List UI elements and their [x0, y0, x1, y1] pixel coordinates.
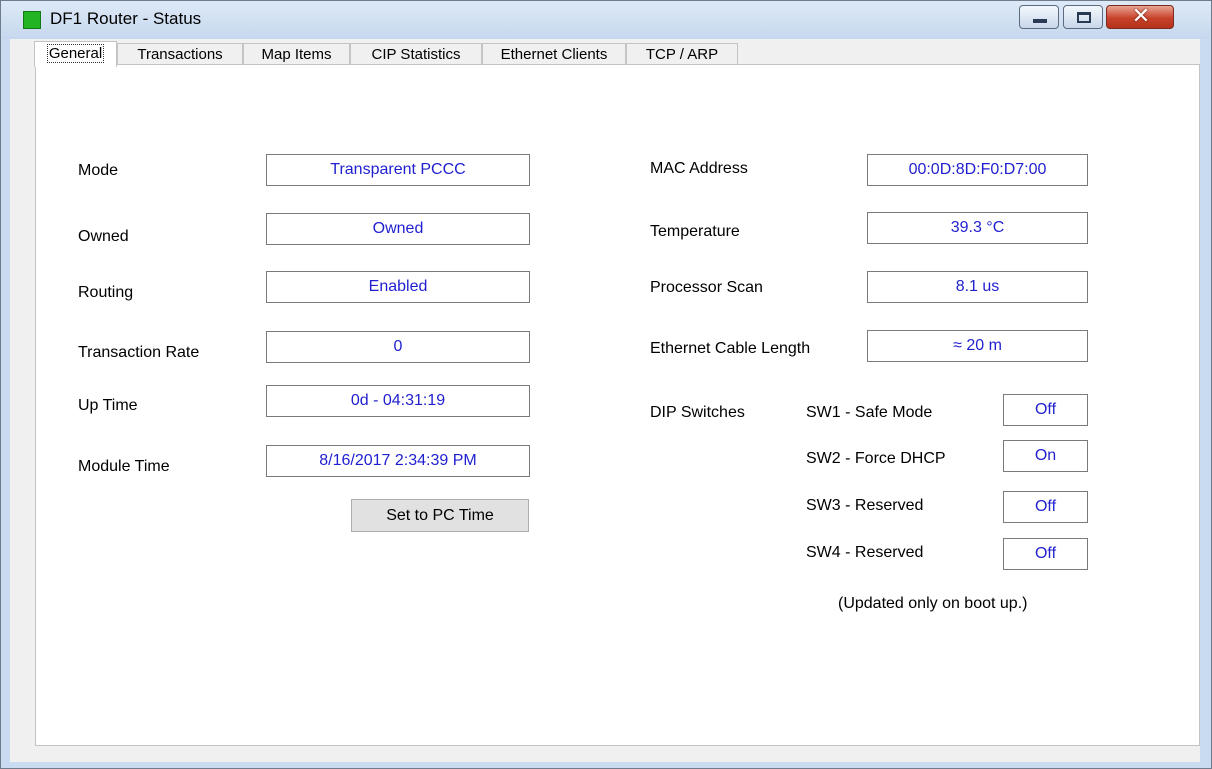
temperature-value: 39.3 °C	[867, 212, 1088, 244]
sw1-value: Off	[1003, 394, 1088, 426]
module-time-value: 8/16/2017 2:34:39 PM	[266, 445, 530, 477]
dip-switches-label: DIP Switches	[650, 404, 745, 421]
transaction-rate-value: 0	[266, 331, 530, 363]
sw2-label: SW2 - Force DHCP	[806, 450, 946, 467]
title-bar[interactable]: DF1 Router - Status ✕	[1, 1, 1211, 39]
minimize-button[interactable]	[1019, 5, 1059, 29]
routing-value: Enabled	[266, 271, 530, 303]
tab-tcp-arp[interactable]: TCP / ARP	[626, 43, 738, 65]
processor-scan-value: 8.1 us	[867, 271, 1088, 303]
up-time-label: Up Time	[78, 397, 138, 414]
tab-cip-statistics[interactable]: CIP Statistics	[350, 43, 482, 65]
close-icon: ✕	[1131, 4, 1151, 29]
up-time-value: 0d - 04:31:19	[266, 385, 530, 417]
ethernet-cable-length-label: Ethernet Cable Length	[650, 340, 811, 357]
owned-value: Owned	[266, 213, 530, 245]
window-bottom-frame	[1, 762, 1211, 768]
minimize-icon	[1033, 19, 1047, 23]
sw4-value: Off	[1003, 538, 1088, 570]
mac-address-value: 00:0D:8D:F0:D7:00	[867, 154, 1088, 186]
sw1-label: SW1 - Safe Mode	[806, 404, 933, 421]
module-time-label: Module Time	[78, 458, 170, 475]
status-indicator-icon	[23, 11, 41, 29]
mode-label: Mode	[78, 162, 119, 179]
window-title: DF1 Router - Status	[50, 9, 202, 28]
routing-label: Routing	[78, 284, 134, 301]
tab-ethernet-clients[interactable]: Ethernet Clients	[482, 43, 626, 65]
dip-update-note: (Updated only on boot up.)	[838, 595, 1028, 612]
ethernet-cable-length-value: ≈ 20 m	[867, 330, 1088, 362]
transaction-rate-label: Transaction Rate	[78, 344, 200, 361]
processor-scan-label: Processor Scan	[650, 279, 763, 296]
maximize-icon	[1077, 12, 1091, 23]
owned-label: Owned	[78, 228, 129, 245]
sw3-label: SW3 - Reserved	[806, 497, 924, 514]
tab-transactions[interactable]: Transactions	[117, 43, 243, 65]
sw3-value: Off	[1003, 491, 1088, 523]
temperature-label: Temperature	[650, 223, 740, 240]
sw4-label: SW4 - Reserved	[806, 544, 924, 561]
mode-value: Transparent PCCC	[266, 154, 530, 186]
df1-router-status-window: DF1 Router - Status ✕ General Transactio…	[0, 0, 1212, 769]
close-button[interactable]: ✕	[1106, 4, 1174, 29]
tab-general[interactable]: General	[34, 41, 117, 67]
sw2-value: On	[1003, 440, 1088, 472]
set-to-pc-time-button[interactable]: Set to PC Time	[351, 499, 529, 532]
tab-map-items[interactable]: Map Items	[243, 43, 350, 65]
maximize-button[interactable]	[1063, 5, 1103, 29]
mac-address-label: MAC Address	[650, 160, 748, 177]
